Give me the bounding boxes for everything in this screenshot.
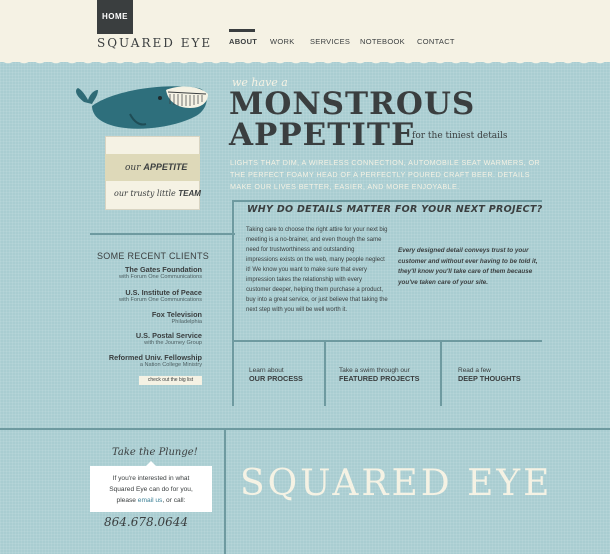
client-subtitle: with Forum One Communications bbox=[118, 274, 202, 280]
contact-text-line: If you're interested in what bbox=[112, 475, 190, 482]
big-list-button[interactable]: check out the big list bbox=[139, 376, 202, 385]
why-quote: Every designed detail conveys trust to y… bbox=[398, 247, 538, 286]
phone-number[interactable]: 864.678.0644 bbox=[104, 515, 188, 529]
feature-projects[interactable]: Take a swim through our FEATURED PROJECT… bbox=[339, 367, 420, 383]
home-tab[interactable]: HOME bbox=[97, 0, 133, 34]
divider bbox=[0, 428, 610, 430]
divider bbox=[232, 340, 542, 342]
whale-illustration bbox=[76, 86, 208, 129]
why-heading: WHY DO DETAILS MATTER FOR YOUR NEXT PROJ… bbox=[247, 204, 543, 215]
contact-text: , or call: bbox=[162, 497, 186, 504]
feature-thoughts[interactable]: Read a few DEEP THOUGHTS bbox=[458, 367, 521, 383]
nav-contact[interactable]: CONTACT bbox=[417, 37, 455, 46]
feature-title: OUR PROCESS bbox=[249, 374, 303, 383]
client-name: Reformed Univ. Fellowship bbox=[108, 353, 202, 362]
contact-heading: Take the Plunge! bbox=[112, 447, 198, 458]
feature-title: FEATURED PROJECTS bbox=[339, 374, 420, 383]
client-item: Fox Television Philadelphia bbox=[152, 310, 202, 325]
divider bbox=[90, 233, 235, 235]
divider bbox=[232, 200, 234, 342]
feature-title: DEEP THOUGHTS bbox=[458, 374, 521, 383]
divider bbox=[232, 200, 542, 202]
divider bbox=[440, 340, 442, 406]
header-scallop-edge bbox=[0, 55, 610, 69]
client-name: U.S. Institute of Peace bbox=[125, 288, 202, 297]
client-name: U.S. Postal Service bbox=[135, 331, 202, 340]
nav-notebook[interactable]: NOTEBOOK bbox=[360, 37, 405, 46]
hero-title-line2: APPETITE bbox=[229, 117, 416, 153]
clients-title: SOME RECENT CLIENTS bbox=[97, 251, 210, 261]
client-subtitle: with Forum One Communications bbox=[118, 297, 202, 303]
divider bbox=[224, 428, 226, 554]
footer-logo: SQUARED EYE bbox=[240, 463, 553, 504]
client-subtitle: Philadelphia bbox=[171, 319, 202, 325]
client-name: Fox Television bbox=[151, 310, 202, 319]
client-item: Reformed Univ. Fellowship a Nation Colle… bbox=[109, 353, 202, 368]
nav-about[interactable]: ABOUT bbox=[229, 37, 257, 46]
sidebar-item-team[interactable]: our trusty little TEAM bbox=[114, 189, 201, 198]
contact-text-line: please email us, or call: bbox=[90, 495, 212, 506]
client-item: U.S. Institute of Peace with Forum One C… bbox=[119, 288, 202, 303]
client-subtitle: a Nation College Ministry bbox=[139, 362, 202, 368]
divider bbox=[232, 340, 234, 406]
client-name: The Gates Foundation bbox=[124, 265, 202, 274]
divider bbox=[324, 340, 326, 406]
sidebar-item-prefix: our bbox=[125, 163, 144, 173]
sidebar-item-appetite[interactable]: our APPETITE bbox=[125, 162, 187, 173]
feature-lead: Learn about bbox=[249, 367, 284, 374]
sidebar-item-label: APPETITE bbox=[143, 162, 188, 172]
why-body: Taking care to choose the right attire f… bbox=[246, 227, 388, 313]
nav-work[interactable]: WORK bbox=[270, 37, 295, 46]
client-item: U.S. Postal Service with the Journey Gro… bbox=[136, 331, 202, 346]
contact-text-line: Squared Eye can do for you, bbox=[109, 486, 193, 493]
feature-process[interactable]: Learn about OUR PROCESS bbox=[249, 367, 303, 383]
nav-services[interactable]: SERVICES bbox=[310, 37, 350, 46]
client-item: The Gates Foundation with Forum One Comm… bbox=[119, 265, 202, 280]
feature-lead: Read a few bbox=[458, 367, 491, 374]
site-logo[interactable]: SQUARED EYE bbox=[97, 36, 212, 50]
email-link[interactable]: email us bbox=[138, 497, 163, 504]
feature-lead: Take a swim through our bbox=[339, 367, 410, 374]
contact-text: please bbox=[116, 497, 138, 504]
sidebar-item-label: TEAM bbox=[178, 189, 201, 198]
hero-intro: Lights that dim, a wireless connection, … bbox=[230, 158, 541, 191]
hero-tagline: for the tiniest details bbox=[412, 131, 508, 141]
sidebar-item-prefix: our trusty little bbox=[114, 189, 179, 198]
site-header bbox=[0, 0, 610, 62]
active-nav-indicator bbox=[229, 29, 255, 32]
contact-box: If you're interested in what Squared Eye… bbox=[90, 466, 212, 512]
client-subtitle: with the Journey Group bbox=[144, 340, 202, 346]
